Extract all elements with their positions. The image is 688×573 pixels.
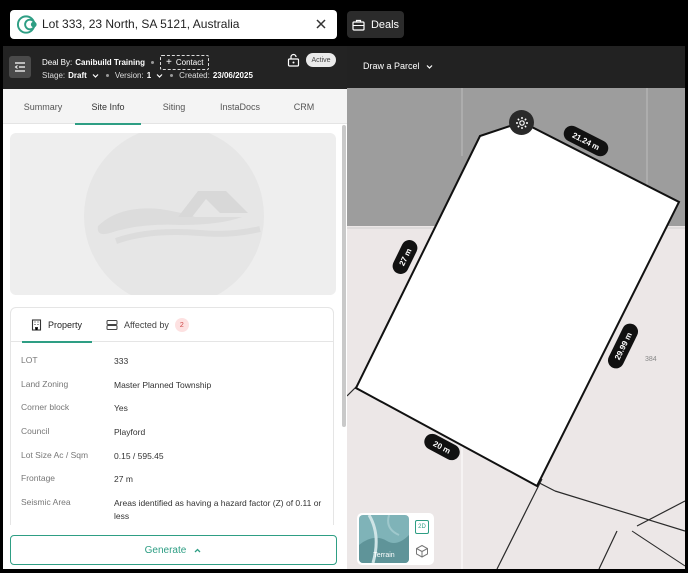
- affected-count-badge: 2: [174, 318, 189, 332]
- separator-dot: [151, 61, 155, 64]
- gear-icon: [515, 116, 528, 129]
- tab-summary[interactable]: Summary: [11, 89, 75, 124]
- draw-parcel-label: Draw a Parcel: [363, 61, 420, 71]
- stage-label: Stage:: [42, 71, 66, 80]
- map-toolbar: Draw a Parcel: [347, 46, 685, 88]
- terrain-toggle[interactable]: Terrain: [359, 515, 409, 563]
- detail-key: Frontage: [21, 473, 56, 484]
- detail-key: Council: [21, 426, 50, 437]
- house-placeholder-icon: [84, 133, 264, 295]
- separator-dot: [170, 74, 174, 77]
- detail-value: Playford: [114, 427, 146, 438]
- tab-affected-label: Affected by: [124, 320, 169, 330]
- generate-label: Generate: [144, 544, 187, 556]
- unlock-icon[interactable]: [287, 53, 300, 67]
- created-label: Created:: [179, 71, 210, 80]
- deals-button[interactable]: Deals: [347, 11, 404, 38]
- detail-row-frontage: Frontage 27 m: [21, 470, 331, 494]
- address-search-bar[interactable]: Lot 333, 23 North, SA 5121, Australia: [10, 10, 337, 39]
- view-2d-button[interactable]: 2D: [415, 520, 429, 534]
- chevron-up-icon: [194, 548, 201, 552]
- tab-crm[interactable]: CRM: [275, 89, 333, 124]
- terrain-label: Terrain: [373, 552, 395, 559]
- collapse-menu-button[interactable]: [9, 56, 31, 78]
- tab-instadocs[interactable]: InstaDocs: [207, 89, 273, 124]
- canibuild-logo-icon: [16, 15, 37, 34]
- layers-icon: [106, 320, 118, 330]
- tab-affected-by[interactable]: Affected by 2: [106, 308, 189, 342]
- detail-value: 0.15 / 595.45: [114, 450, 164, 461]
- detail-key: Corner block: [21, 402, 70, 413]
- detail-row-council: Council Playford: [21, 423, 331, 447]
- deal-meta-line: Stage: Draft Version: 1 Created: 23/06/2…: [42, 71, 253, 80]
- deal-tabs: Summary Site Info Siting InstaDocs CRM: [3, 89, 347, 125]
- contact-label: Contact: [175, 58, 204, 67]
- detail-key: Lot Size Ac / Sqm: [21, 449, 89, 460]
- deals-label: Deals: [370, 18, 400, 31]
- site-map[interactable]: 21.24 m 27 m 29.99 m 20 m 384 Draw a Par…: [347, 46, 685, 569]
- deal-by-label: Deal By:: [42, 58, 73, 67]
- menu-collapse-icon: [14, 62, 25, 72]
- bottom-border: [0, 569, 688, 573]
- add-contact-button[interactable]: + Contact: [160, 55, 210, 70]
- close-icon[interactable]: [314, 17, 328, 31]
- property-sub-tabs: Property Affected by 2: [11, 308, 333, 343]
- tab-property[interactable]: Property: [21, 308, 93, 343]
- detail-value: 333: [114, 356, 129, 366]
- version-value[interactable]: 1: [147, 71, 151, 80]
- deal-panel: Deal By: Canibuild Training + Contact St…: [3, 46, 347, 573]
- map-layer-control: Terrain 2D: [357, 513, 434, 565]
- created-value: 23/06/2025: [212, 71, 253, 80]
- stage-value[interactable]: Draft: [68, 71, 87, 80]
- building-icon: [31, 319, 42, 331]
- deal-header: Deal By: Canibuild Training + Contact St…: [3, 46, 347, 89]
- detail-row-lot-size: Lot Size Ac / Sqm 0.15 / 595.45: [21, 447, 331, 471]
- tab-siting[interactable]: Siting: [143, 89, 205, 124]
- detail-value: Master Planned Township: [114, 379, 212, 390]
- detail-row-seismic-area: Seismic Area Areas identified as having …: [21, 494, 331, 521]
- detail-value: 27 m: [114, 474, 133, 485]
- property-info-card: Property Affected by 2 LOT 333 Land Zoni…: [10, 307, 334, 525]
- status-badge: Active: [306, 53, 336, 67]
- detail-row-corner-block: Corner block Yes: [21, 399, 331, 423]
- scrollbar[interactable]: [342, 125, 346, 427]
- tab-site-info[interactable]: Site Info: [75, 89, 141, 125]
- parcel-settings-button[interactable]: [509, 110, 534, 135]
- neighbour-lot-number: 384: [645, 356, 657, 363]
- detail-value: Yes: [114, 403, 128, 414]
- property-image-placeholder: [10, 133, 336, 295]
- generate-button[interactable]: Generate: [10, 535, 337, 565]
- stage-chevron-down-icon[interactable]: [91, 71, 100, 80]
- detail-key: Seismic Area: [21, 497, 71, 508]
- property-details-list: LOT 333 Land Zoning Master Planned Towns…: [21, 352, 331, 521]
- site-info-content: Property Affected by 2 LOT 333 Land Zoni…: [3, 125, 347, 525]
- tab-property-label: Property: [48, 320, 83, 330]
- plus-icon: +: [166, 56, 172, 68]
- detail-value: Areas identified as having a hazard fact…: [114, 498, 322, 522]
- address-search-input[interactable]: Lot 333, 23 North, SA 5121, Australia: [42, 17, 239, 31]
- deal-by-value: Canibuild Training: [75, 58, 146, 67]
- top-bar: Lot 333, 23 North, SA 5121, Australia De…: [0, 0, 688, 46]
- deal-owner-line: Deal By: Canibuild Training + Contact: [42, 55, 210, 70]
- version-label: Version:: [114, 71, 144, 80]
- version-chevron-down-icon[interactable]: [155, 71, 164, 80]
- detail-row-lot: LOT 333: [21, 352, 331, 376]
- briefcase-icon: [352, 19, 365, 31]
- chevron-down-icon: [426, 64, 432, 69]
- detail-key: LOT: [21, 355, 38, 365]
- separator-dot: [105, 74, 109, 77]
- detail-row-land-zoning: Land Zoning Master Planned Township: [21, 376, 331, 400]
- draw-parcel-dropdown[interactable]: Draw a Parcel: [363, 61, 434, 71]
- detail-key: Land Zoning: [21, 378, 69, 389]
- cube-3d-icon[interactable]: [415, 544, 429, 558]
